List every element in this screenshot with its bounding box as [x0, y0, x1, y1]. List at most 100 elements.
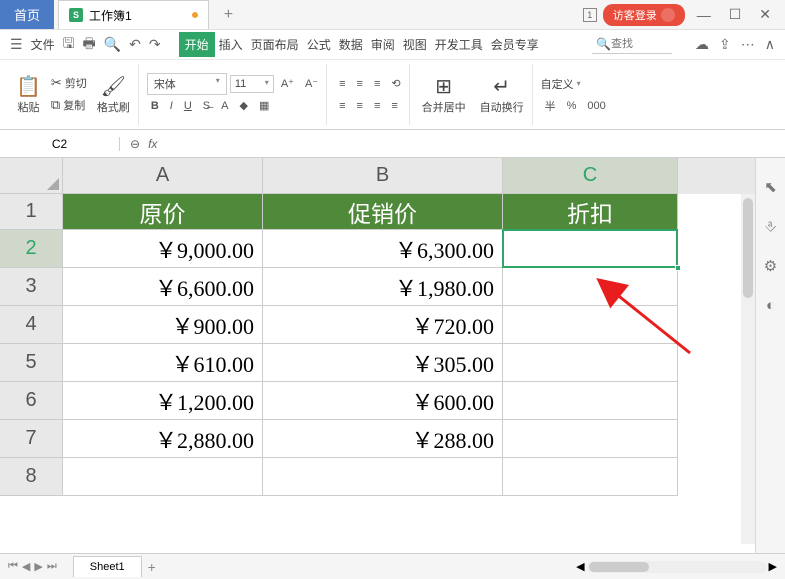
decrease-font-button[interactable]: A⁻: [301, 75, 322, 92]
tab-formula[interactable]: 公式: [303, 32, 335, 57]
row-header-1[interactable]: 1: [0, 194, 63, 230]
font-color-button[interactable]: A: [217, 98, 232, 114]
underline-button[interactable]: U: [180, 98, 196, 114]
undo-icon[interactable]: ↶: [129, 36, 141, 53]
maximize-button[interactable]: ☐: [723, 4, 748, 25]
hscroll-right-icon[interactable]: ▶: [769, 560, 777, 573]
sheet-nav-prev[interactable]: ◀: [22, 560, 30, 573]
cell-A5[interactable]: ￥610.00: [63, 344, 263, 382]
cloud-icon[interactable]: ☁: [695, 36, 709, 53]
font-name-select[interactable]: 宋体▾: [147, 73, 227, 95]
wrap-text-button[interactable]: ↵ 自动换行: [476, 72, 528, 117]
tab-dev[interactable]: 开发工具: [431, 32, 487, 57]
align-top-button[interactable]: ≡: [335, 76, 349, 92]
cell-C7[interactable]: [503, 420, 678, 458]
tab-review[interactable]: 审阅: [367, 32, 399, 57]
horizontal-scrollbar[interactable]: ◀ ▶: [576, 560, 785, 573]
copy-button[interactable]: ⧉复制: [51, 94, 87, 116]
row-header-2[interactable]: 2: [0, 230, 63, 268]
tab-member[interactable]: 会员专享: [487, 32, 543, 57]
properties-tool-icon[interactable]: ⚙: [764, 257, 777, 275]
align-right-button[interactable]: ≡: [370, 98, 384, 114]
cell-A3[interactable]: ￥6,600.00: [63, 268, 263, 306]
menu-icon[interactable]: ☰: [10, 36, 23, 53]
guest-login-button[interactable]: 访客登录: [603, 4, 685, 26]
preview-icon[interactable]: 🔍: [104, 36, 121, 53]
redo-icon[interactable]: ↷: [149, 36, 161, 53]
hscroll-track[interactable]: [587, 561, 767, 573]
hscroll-left-icon[interactable]: ◀: [576, 560, 584, 573]
sheet-nav-last[interactable]: ⏭: [47, 560, 57, 573]
paste-button[interactable]: 📋 粘贴: [12, 72, 45, 117]
cell-C5[interactable]: [503, 344, 678, 382]
fill-handle[interactable]: [675, 265, 681, 271]
select-tool-icon[interactable]: ⬉: [764, 178, 777, 196]
row-header-6[interactable]: 6: [0, 382, 63, 420]
cell-A4[interactable]: ￥900.00: [63, 306, 263, 344]
cell-B6[interactable]: ￥600.00: [263, 382, 503, 420]
home-tab[interactable]: 首页: [0, 0, 54, 29]
new-tab-button[interactable]: +: [224, 6, 233, 24]
window-state-icon[interactable]: 1: [583, 8, 597, 22]
align-bottom-button[interactable]: ≡: [370, 76, 384, 92]
cell-B4[interactable]: ￥720.00: [263, 306, 503, 344]
row-header-4[interactable]: 4: [0, 306, 63, 344]
column-header-A[interactable]: A: [63, 158, 263, 194]
cell-A6[interactable]: ￥1,200.00: [63, 382, 263, 420]
align-left-button[interactable]: ≡: [335, 98, 349, 114]
search-box[interactable]: 🔍: [592, 35, 672, 54]
cell-C6[interactable]: [503, 382, 678, 420]
cell-B7[interactable]: ￥288.00: [263, 420, 503, 458]
number-format-label[interactable]: 自定义: [541, 76, 574, 92]
border-button[interactable]: ▦: [255, 97, 273, 114]
cell-A8[interactable]: [63, 458, 263, 496]
cell-A1[interactable]: 原价: [63, 194, 263, 230]
row-header-7[interactable]: 7: [0, 420, 63, 458]
bold-button[interactable]: B: [147, 98, 163, 114]
tab-layout[interactable]: 页面布局: [247, 32, 303, 57]
increase-font-button[interactable]: A⁺: [277, 75, 298, 92]
row-header-3[interactable]: 3: [0, 268, 63, 306]
thousands-button[interactable]: 000: [583, 98, 609, 114]
percent-button[interactable]: %: [563, 98, 581, 114]
style-tool-icon[interactable]: ⎀: [764, 218, 776, 235]
row-header-8[interactable]: 8: [0, 458, 63, 496]
sheet-nav-first[interactable]: ⏮: [8, 560, 18, 573]
merge-center-button[interactable]: ⊞ 合并居中: [418, 72, 470, 117]
cell-C4[interactable]: [503, 306, 678, 344]
fill-color-button[interactable]: ◆: [235, 97, 251, 114]
formula-input[interactable]: [165, 136, 775, 151]
hscroll-thumb[interactable]: [589, 562, 649, 572]
tab-start[interactable]: 开始: [179, 32, 215, 57]
format-painter-button[interactable]: 🖌 格式刷: [93, 72, 134, 117]
row-header-5[interactable]: 5: [0, 344, 63, 382]
close-button[interactable]: ✕: [753, 4, 777, 25]
cell-C1[interactable]: 折扣: [503, 194, 678, 230]
cell-B5[interactable]: ￥305.00: [263, 344, 503, 382]
vertical-scrollbar[interactable]: [741, 194, 755, 544]
more-icon[interactable]: ⋯: [741, 36, 755, 53]
save-icon[interactable]: 🖫: [63, 33, 75, 57]
tab-insert[interactable]: 插入: [215, 32, 247, 57]
orientation-button[interactable]: ⟲: [387, 75, 404, 92]
cell-B3[interactable]: ￥1,980.00: [263, 268, 503, 306]
font-size-select[interactable]: 11▾: [230, 75, 274, 93]
name-box-input[interactable]: [30, 137, 90, 151]
vertical-scroll-thumb[interactable]: [743, 198, 753, 298]
help-tool-icon[interactable]: ◐: [766, 297, 775, 314]
column-header-B[interactable]: B: [263, 158, 503, 194]
tab-data[interactable]: 数据: [335, 32, 367, 57]
cell-C2[interactable]: [503, 230, 678, 268]
italic-button[interactable]: I: [166, 98, 177, 114]
align-center-button[interactable]: ≡: [353, 98, 367, 114]
cell-A2[interactable]: ￥9,000.00: [63, 230, 263, 268]
fx-label[interactable]: fx: [148, 137, 157, 151]
cancel-formula-icon[interactable]: ⊖: [130, 137, 140, 151]
cell-A7[interactable]: ￥2,880.00: [63, 420, 263, 458]
cell-C8[interactable]: [503, 458, 678, 496]
column-header-C[interactable]: C: [503, 158, 678, 194]
cell-C3[interactable]: [503, 268, 678, 306]
name-box[interactable]: [0, 137, 120, 151]
sheet-nav-next[interactable]: ▶: [34, 560, 42, 573]
indent-button[interactable]: ≡: [387, 98, 401, 114]
